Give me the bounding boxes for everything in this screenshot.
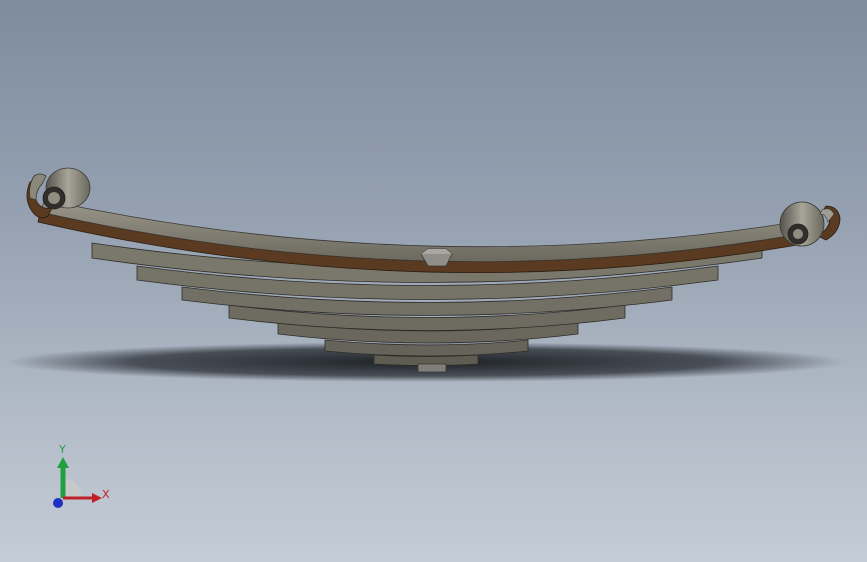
right-eye <box>779 201 841 247</box>
z-axis-icon <box>53 498 63 508</box>
leaf-spring-assembly[interactable] <box>26 167 841 373</box>
graphics-viewport[interactable]: Y X <box>0 0 867 562</box>
model-view[interactable] <box>0 0 867 562</box>
x-axis-label: X <box>102 488 110 501</box>
y-axis-label: Y <box>59 443 66 456</box>
coordinate-triad: Y X <box>40 440 120 515</box>
center-bolt-nut <box>417 363 447 373</box>
triad-graphic <box>53 457 102 508</box>
